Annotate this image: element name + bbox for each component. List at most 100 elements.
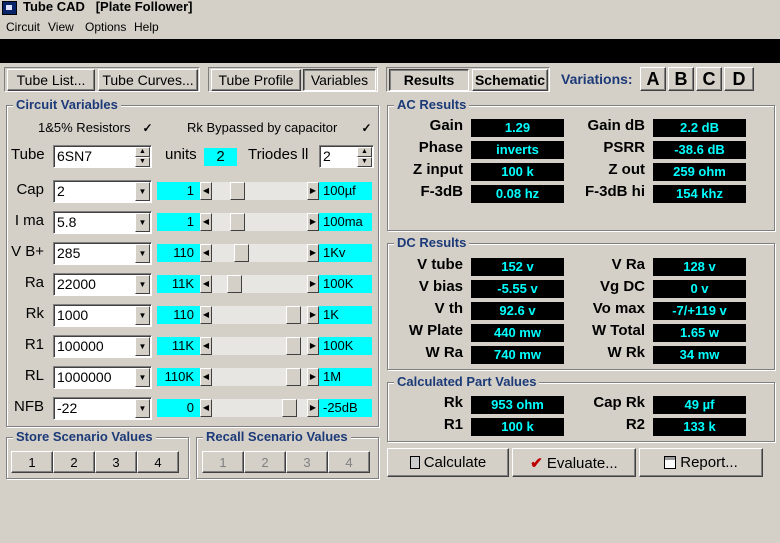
v-b-slider[interactable]: ◀ ▶ [200,244,319,262]
ra-slider-thumb[interactable] [227,275,242,293]
rk-value: 953 ohm [471,396,564,414]
rl-select[interactable]: 1000000 ▼ [53,366,152,389]
tube-list-button[interactable]: Tube List... [7,69,95,91]
tube-up-arrow[interactable]: ▲ [135,147,150,157]
r1-slider-thumb[interactable] [286,337,301,355]
menu-options[interactable]: Options [85,20,126,34]
recall-3-button[interactable]: 3 [286,451,328,473]
cap-slider[interactable]: ◀ ▶ [200,182,319,200]
calculate-button[interactable]: Calculate [387,448,509,477]
rk-bypass-checkbox[interactable]: ✓ [360,122,373,136]
r1-slider-right-arrow[interactable]: ▶ [307,337,319,355]
store-3-button[interactable]: 3 [95,451,137,473]
v-b-slider-left-arrow[interactable]: ◀ [200,244,212,262]
store-1-button[interactable]: 1 [11,451,53,473]
v-b-min-value: 110 [157,244,200,262]
i-ma-slider-thumb[interactable] [230,213,245,231]
cap-dropdown-arrow[interactable]: ▼ [135,182,150,201]
variation-b-button[interactable]: B [668,67,694,91]
tube-value: 6SN7 [57,148,93,164]
cap-slider-left-arrow[interactable]: ◀ [200,182,212,200]
gain-db-label: Gain dB [587,117,645,134]
dc-results-group: DC Results V tube 152 v V Ra 128 v V bias -5.… [387,235,775,370]
store-2-button[interactable]: 2 [53,451,95,473]
variation-a-button[interactable]: A [640,67,666,91]
tube-tools-group: Tube List... Tube Curves... [4,67,200,92]
rl-slider-thumb[interactable] [286,368,301,386]
f-3db-label: F-3dB [420,183,464,200]
tube-curves-button[interactable]: Tube Curves... [98,69,198,91]
i-ma-dropdown-arrow[interactable]: ▼ [135,213,150,232]
i-ma-slider-left-arrow[interactable]: ◀ [200,213,212,231]
nfb-dropdown-arrow[interactable]: ▼ [135,399,150,418]
circuit-variables-group: Circuit Variables 1&5% Resistors ✓ Rk By… [6,97,379,427]
rk-dropdown-arrow[interactable]: ▼ [135,306,150,325]
r1-slider[interactable]: ◀ ▶ [200,337,319,355]
nfb-slider-thumb[interactable] [282,399,297,417]
rl-slider-right-arrow[interactable]: ▶ [307,368,319,386]
ra-dropdown-arrow[interactable]: ▼ [135,275,150,294]
triodes-spinner[interactable]: 2 ▲ ▼ [319,145,374,168]
r1-select[interactable]: 100000 ▼ [53,335,152,358]
ra-select[interactable]: 22000 ▼ [53,273,152,296]
variables-tab[interactable]: Variables [303,69,376,91]
menu-view[interactable]: View [48,20,74,34]
tube-label: Tube [11,146,45,163]
menu-help[interactable]: Help [134,20,159,34]
nfb-select[interactable]: -22 ▼ [53,397,152,420]
rl-slider[interactable]: ◀ ▶ [200,368,319,386]
resistors-checkbox[interactable]: ✓ [141,122,154,136]
i-ma-max-value: 100ma [319,213,372,231]
rk-label: Rk [25,305,44,322]
schematic-tab[interactable]: Schematic [472,69,548,91]
recall-1-button[interactable]: 1 [202,451,244,473]
v-b-dropdown-arrow[interactable]: ▼ [135,244,150,263]
results-tab[interactable]: Results [389,69,469,91]
i-ma-select[interactable]: 5.8 ▼ [53,211,152,234]
i-ma-slider-right-arrow[interactable]: ▶ [307,213,319,231]
r1-dropdown-arrow[interactable]: ▼ [135,337,150,356]
recall-2-button[interactable]: 2 [244,451,286,473]
cap-rk-value: 49 µf [653,396,746,414]
triodes-down-arrow[interactable]: ▼ [357,157,372,167]
recall-scenario-title: Recall Scenario Values [203,429,351,444]
rk-slider-thumb[interactable] [286,306,301,324]
triodes-up-arrow[interactable]: ▲ [357,147,372,157]
ra-slider[interactable]: ◀ ▶ [200,275,319,293]
report-button[interactable]: Report... [639,448,763,477]
rk-slider-right-arrow[interactable]: ▶ [307,306,319,324]
tube-profile-button[interactable]: Tube Profile [211,69,301,91]
r1-slider-left-arrow[interactable]: ◀ [200,337,212,355]
z-out-value: 259 ohm [653,163,746,181]
v-th-label: V th [434,300,463,317]
tube-down-arrow[interactable]: ▼ [135,157,150,167]
recall-4-button[interactable]: 4 [328,451,370,473]
ra-slider-right-arrow[interactable]: ▶ [307,275,319,293]
v-tube-label: V tube [417,256,463,273]
rk-select[interactable]: 1000 ▼ [53,304,152,327]
rk-slider-left-arrow[interactable]: ◀ [200,306,212,324]
v-b-slider-right-arrow[interactable]: ▶ [307,244,319,262]
ra-value: 22000 [57,276,96,292]
ra-slider-left-arrow[interactable]: ◀ [200,275,212,293]
variation-d-button[interactable]: D [724,67,754,91]
cap-select[interactable]: 2 ▼ [53,180,152,203]
v-b-select[interactable]: 285 ▼ [53,242,152,265]
nfb-slider[interactable]: ◀ ▶ [200,399,319,417]
menu-circuit[interactable]: Circuit [6,20,40,34]
v-bias-label: V bias [418,278,463,295]
evaluate-button[interactable]: ✔ Evaluate... [512,448,636,477]
tube-select[interactable]: 6SN7 ▲ ▼ [53,145,152,168]
store-scenario-group: Store Scenario Values 1 2 3 4 [6,429,189,479]
cap-slider-thumb[interactable] [230,182,245,200]
variation-c-button[interactable]: C [696,67,722,91]
rl-slider-left-arrow[interactable]: ◀ [200,368,212,386]
nfb-slider-left-arrow[interactable]: ◀ [200,399,212,417]
cap-slider-right-arrow[interactable]: ▶ [307,182,319,200]
rl-dropdown-arrow[interactable]: ▼ [135,368,150,387]
nfb-slider-right-arrow[interactable]: ▶ [307,399,319,417]
store-4-button[interactable]: 4 [137,451,179,473]
rk-slider[interactable]: ◀ ▶ [200,306,319,324]
v-b-slider-thumb[interactable] [234,244,249,262]
i-ma-slider[interactable]: ◀ ▶ [200,213,319,231]
